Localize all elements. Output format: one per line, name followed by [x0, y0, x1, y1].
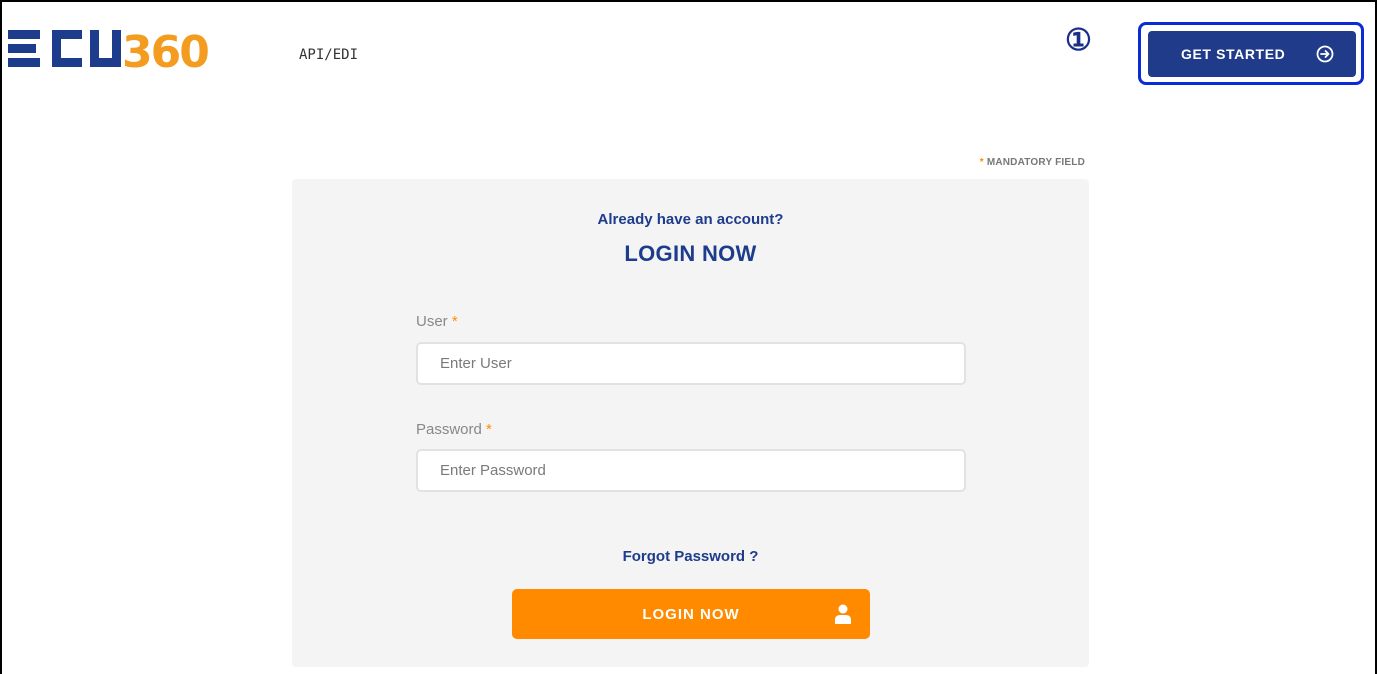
mandatory-text: MANDATORY FIELD	[986, 157, 1085, 168]
ecu360-logo[interactable]: 360	[8, 24, 238, 74]
password-input[interactable]	[416, 449, 966, 492]
mandatory-note: * MANDATORY FIELD	[980, 157, 1085, 168]
forgot-password-link[interactable]: Forgot Password ?	[292, 548, 1089, 565]
user-label: User *	[416, 313, 458, 330]
login-button-label: LOGIN NOW	[642, 605, 740, 623]
user-input[interactable]	[416, 342, 966, 385]
annotation-marker: ①	[1065, 23, 1092, 58]
user-label-text: User	[416, 313, 448, 330]
required-star: *	[486, 421, 492, 438]
get-started-button[interactable]: GET STARTED	[1148, 31, 1356, 77]
login-subtitle: Already have an account?	[597, 211, 784, 228]
login-button[interactable]: LOGIN NOW	[512, 589, 870, 639]
svg-text:360: 360	[122, 27, 208, 74]
mandatory-star: *	[979, 157, 984, 168]
page-frame: 360 API/EDI ① GET STARTED * MANDATORY FI…	[0, 0, 1377, 674]
password-label-text: Password	[416, 421, 482, 438]
login-panel: Already have an account? LOGIN NOW User …	[292, 179, 1089, 667]
required-star: *	[451, 313, 458, 330]
arrow-circle-right-icon	[1316, 45, 1334, 63]
login-title: LOGIN NOW	[624, 241, 757, 266]
password-label: Password *	[416, 421, 492, 438]
nav-link-api-edi[interactable]: API/EDI	[299, 47, 358, 63]
user-icon	[835, 604, 851, 624]
get-started-label: GET STARTED	[1181, 46, 1286, 62]
